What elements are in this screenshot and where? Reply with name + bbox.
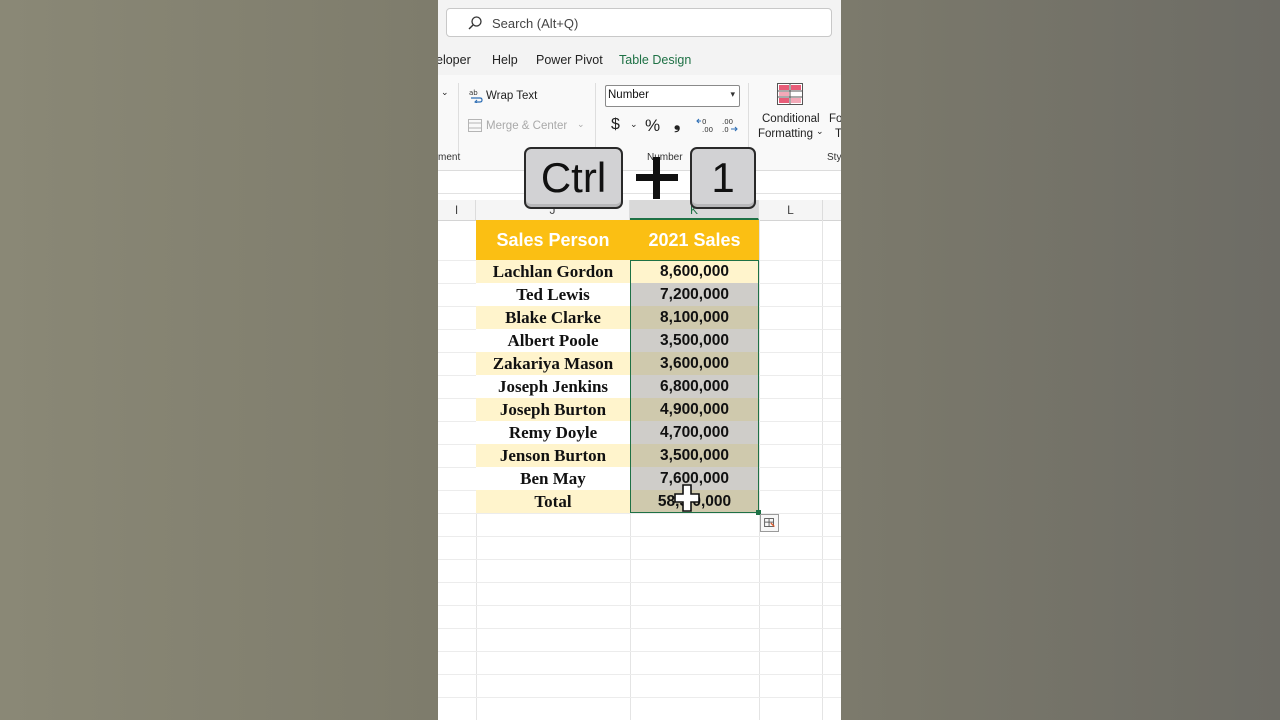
chevron-down-icon[interactable]: ⌄: [816, 126, 824, 137]
sales-value-cell[interactable]: 8,100,000: [630, 306, 759, 329]
column-header-i[interactable]: I: [438, 200, 476, 220]
table-row: Zakariya Mason 3,600,000: [476, 352, 759, 375]
table-row: Albert Poole 3,500,000: [476, 329, 759, 352]
table-row: Ben May 7,600,000: [476, 467, 759, 490]
conditional-formatting-icon: [777, 83, 803, 105]
table-row: Joseph Burton 4,900,000: [476, 398, 759, 421]
total-row: Total 58,5 0,000: [476, 490, 759, 513]
increase-decimal-icon[interactable]: 0 .00: [696, 116, 714, 134]
format-as-table-label-2[interactable]: T: [835, 128, 841, 140]
ribbon-divider: [748, 83, 749, 153]
svg-text:.00: .00: [702, 126, 713, 134]
gridline: [438, 697, 841, 698]
sales-value-cell[interactable]: 7,200,000: [630, 283, 759, 306]
title-bar: Search (Alt+Q): [438, 0, 841, 45]
sales-person-cell[interactable]: Lachlan Gordon: [476, 260, 630, 283]
sales-person-cell[interactable]: Remy Doyle: [476, 421, 630, 444]
number-format-value: Number: [608, 89, 649, 101]
tab-help[interactable]: Help: [492, 53, 518, 67]
sales-person-cell[interactable]: Albert Poole: [476, 329, 630, 352]
header-sales-person[interactable]: Sales Person: [476, 220, 630, 260]
gridline: [438, 582, 841, 583]
sales-person-cell[interactable]: Blake Clarke: [476, 306, 630, 329]
table-row: Blake Clarke 8,100,000: [476, 306, 759, 329]
decrease-decimal-icon[interactable]: .00 .0: [720, 116, 738, 134]
sales-value-cell[interactable]: 4,900,000: [630, 398, 759, 421]
table-row: Remy Doyle 4,700,000: [476, 421, 759, 444]
sales-value-cell[interactable]: 3,500,000: [630, 444, 759, 467]
ribbon-tabs: eloper Help Power Pivot Table Design: [438, 45, 841, 75]
gridline: [438, 605, 841, 606]
svg-text:.00: .00: [722, 118, 733, 126]
svg-text:.0: .0: [722, 126, 729, 134]
comma-style-button[interactable]: ❟: [674, 116, 680, 134]
sales-value-cell[interactable]: 4,700,000: [630, 421, 759, 444]
sales-person-cell[interactable]: Jenson Burton: [476, 444, 630, 467]
group-label-alignment: ment: [438, 152, 461, 163]
ribbon-divider: [458, 83, 459, 153]
merge-center-button[interactable]: Merge & Center: [486, 120, 567, 132]
format-as-table-label[interactable]: Fo: [829, 113, 841, 125]
excel-window: Search (Alt+Q) eloper Help Power Pivot T…: [438, 0, 841, 720]
sales-value-cell[interactable]: 3,500,000: [630, 329, 759, 352]
table-row: Joseph Jenkins 6,800,000: [476, 375, 759, 398]
cursor-cross-icon: [674, 484, 700, 512]
group-label-styles: Sty: [827, 152, 841, 163]
sales-person-cell[interactable]: Joseph Jenkins: [476, 375, 630, 398]
conditional-formatting-label-2[interactable]: Formatting: [758, 128, 813, 140]
total-label-cell[interactable]: Total: [476, 490, 630, 513]
table-row: Ted Lewis 7,200,000: [476, 283, 759, 306]
tab-table-design[interactable]: Table Design: [619, 53, 691, 67]
wrap-text-button[interactable]: Wrap Text: [486, 90, 537, 102]
table-row: Lachlan Gordon 8,600,000: [476, 260, 759, 283]
chevron-down-icon[interactable]: ⌄: [441, 87, 449, 98]
ctrl-key-overlay: Ctrl: [524, 147, 623, 209]
sales-person-cell[interactable]: Zakariya Mason: [476, 352, 630, 375]
sales-person-cell[interactable]: Joseph Burton: [476, 398, 630, 421]
plus-icon: [636, 157, 678, 199]
chevron-down-icon: ▾: [730, 89, 735, 99]
merge-center-icon: [468, 119, 482, 132]
svg-text:ab: ab: [469, 89, 478, 97]
tab-developer[interactable]: eloper: [438, 53, 471, 67]
gridline: [438, 536, 841, 537]
sales-value-cell[interactable]: 6,800,000: [630, 375, 759, 398]
gridline: [438, 513, 841, 514]
tab-power-pivot[interactable]: Power Pivot: [536, 53, 603, 67]
conditional-formatting-label-1[interactable]: Conditional: [762, 113, 820, 125]
gridline: [438, 628, 841, 629]
search-icon: [468, 16, 482, 30]
gridline: [438, 674, 841, 675]
currency-button[interactable]: $: [611, 116, 620, 134]
worksheet: I J K L Sales Person 2021 Sales Lachlan …: [438, 171, 841, 720]
header-2021-sales[interactable]: 2021 Sales: [630, 220, 759, 260]
sales-person-cell[interactable]: Ben May: [476, 467, 630, 490]
sales-person-cell[interactable]: Ted Lewis: [476, 283, 630, 306]
sales-value-cell[interactable]: 8,600,000: [630, 260, 759, 283]
quick-analysis-icon[interactable]: [760, 514, 779, 532]
percent-button[interactable]: %: [645, 116, 660, 136]
wrap-text-icon: ab: [469, 89, 483, 103]
chevron-down-icon[interactable]: ⌄: [577, 119, 585, 130]
column-header-l[interactable]: L: [759, 200, 823, 220]
video-background-left: [0, 0, 438, 720]
chevron-down-icon[interactable]: ⌄: [630, 119, 638, 130]
ribbon-divider: [595, 83, 596, 153]
search-box[interactable]: Search (Alt+Q): [446, 8, 832, 37]
one-key-overlay: 1: [690, 147, 756, 209]
gridline: [822, 220, 823, 720]
table-row: Jenson Burton 3,500,000: [476, 444, 759, 467]
video-background-right: [841, 0, 1280, 720]
number-format-dropdown[interactable]: Number ▾: [605, 85, 740, 107]
gridline: [438, 559, 841, 560]
svg-text:0: 0: [702, 118, 706, 126]
sales-value-cell[interactable]: 3,600,000: [630, 352, 759, 375]
search-placeholder: Search (Alt+Q): [492, 16, 579, 31]
gridline: [438, 651, 841, 652]
gridline: [759, 220, 760, 720]
